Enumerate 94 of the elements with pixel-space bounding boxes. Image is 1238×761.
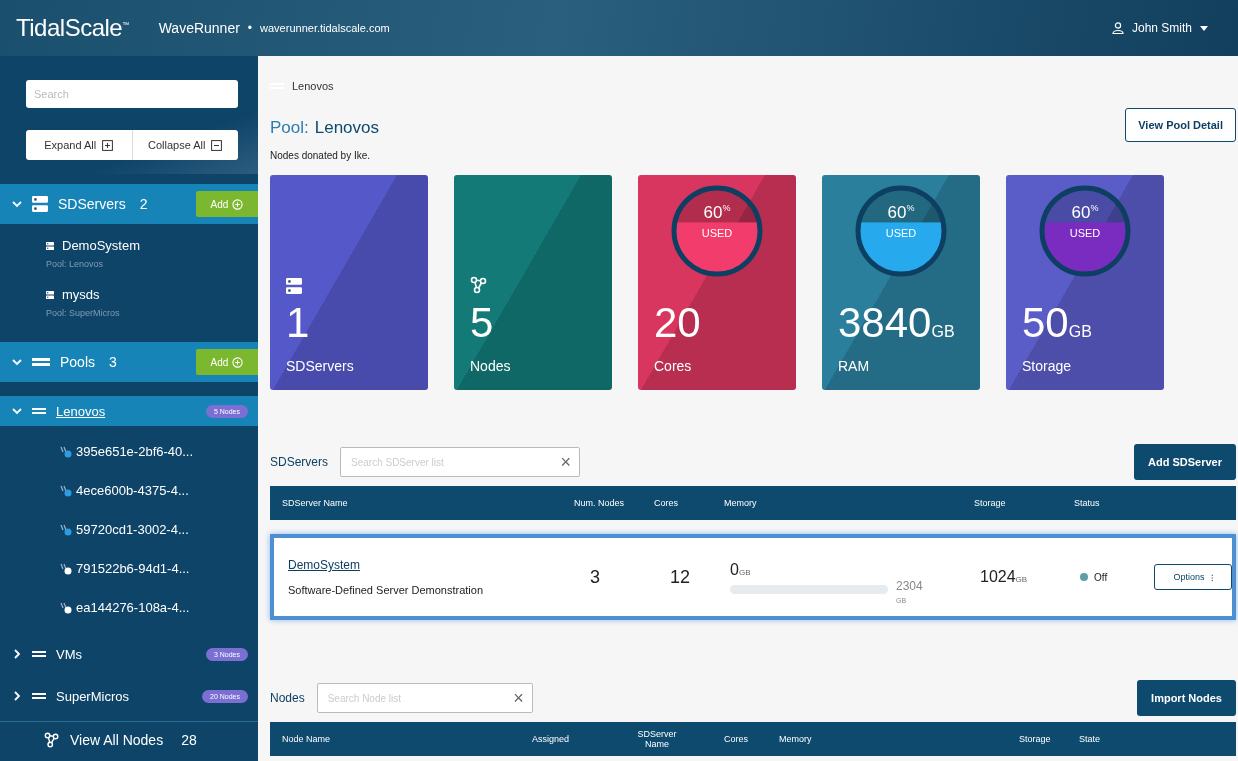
separator-dot: •: [247, 21, 253, 35]
stat-value: 5: [470, 302, 495, 344]
breadcrumb[interactable]: Lenovos: [292, 80, 334, 92]
usage-label: USED: [885, 227, 917, 239]
column-header[interactable]: Storage: [1019, 733, 1079, 745]
sidebar-group-header[interactable]: Pools 3 Add: [0, 342, 258, 382]
server-description: Software-Defined Server Demonstration: [288, 584, 485, 596]
server-icon: [286, 278, 302, 294]
stat-value: 20: [654, 302, 702, 344]
usage-percent: 60$^{%}$: [703, 203, 731, 223]
column-header[interactable]: State: [1079, 733, 1236, 745]
node-status-icon: [60, 484, 72, 497]
column-header[interactable]: Assigned: [532, 733, 632, 745]
page-title: Pool: Lenovos: [270, 118, 380, 138]
chevron-right-icon[interactable]: [12, 691, 22, 701]
column-header[interactable]: Node Name: [282, 733, 532, 745]
node-status-icon: [60, 523, 72, 536]
column-header[interactable]: Cores: [724, 733, 779, 745]
chevron-down-icon[interactable]: [12, 406, 22, 416]
server-icon: [46, 290, 54, 299]
clear-icon[interactable]: ×: [560, 453, 571, 471]
user-icon: [1111, 22, 1124, 34]
column-header[interactable]: Cores: [654, 497, 724, 509]
usage-label: USED: [1069, 227, 1101, 239]
sidebar-item[interactable]: mysds: [46, 287, 258, 302]
usage-label: USED: [701, 227, 733, 239]
table-cell-text: 3: [589, 566, 601, 588]
table-cell-text: 12: [669, 566, 692, 588]
plus-circle-icon: [232, 356, 244, 368]
item-subtitle: Pool: Lenovos: [46, 259, 105, 269]
stat-label: SDServers: [286, 358, 355, 374]
stat-value: 50GB: [1022, 302, 1093, 344]
column-header[interactable]: SDServer Name: [632, 728, 682, 750]
column-header[interactable]: Memory: [724, 497, 974, 509]
view-all-nodes-link[interactable]: View All Nodes 28: [0, 722, 258, 748]
node-item[interactable]: ea144276-108a-4...: [0, 588, 258, 627]
usage-percent: 60$^{%}$: [1071, 203, 1099, 223]
node-item[interactable]: 4ece600b-4375-4...: [0, 471, 258, 510]
plus-circle-icon: [232, 198, 244, 210]
collapse-all-button[interactable]: Collapse All: [131, 130, 238, 160]
usage-percent: 60$^{%}$: [887, 203, 915, 223]
view-pool-detail-button[interactable]: View Pool Detail: [1125, 108, 1236, 142]
node-item[interactable]: 791522b6-94d1-4...: [0, 549, 258, 588]
group-count: 3: [109, 354, 117, 370]
nodes-icon: [470, 276, 488, 294]
node-status-icon: [60, 562, 72, 575]
options-button[interactable]: Options ⁝: [1154, 564, 1232, 590]
storage-value: 1024GB: [980, 568, 1029, 586]
node-status-icon: [60, 445, 72, 458]
sidebar-group-header[interactable]: SDServers 2 Add: [0, 184, 258, 224]
group-label: Pools: [60, 354, 96, 370]
sidebar-item[interactable]: DemoSystem: [46, 238, 258, 253]
stat-label: RAM: [838, 358, 871, 374]
node-item[interactable]: 59720cd1-3002-4...: [0, 510, 258, 549]
group-count: 2: [139, 196, 148, 212]
chevron-down-icon[interactable]: [12, 199, 22, 209]
nodes-icon: [44, 732, 60, 748]
clear-icon[interactable]: ×: [513, 689, 524, 707]
stat-label: Nodes: [470, 358, 512, 374]
memory-used: 0GB: [730, 560, 752, 579]
group-label: SDServers: [58, 196, 126, 212]
chevron-right-icon[interactable]: [12, 649, 22, 659]
stat-value: 3840GB: [838, 302, 956, 344]
pool-description: Nodes donated by Ike.: [270, 150, 372, 161]
column-header[interactable]: Num. Nodes: [574, 497, 654, 509]
column-header[interactable]: Storage: [974, 497, 1074, 509]
host-name: waverunner.tidalscale.com: [260, 22, 390, 34]
column-header[interactable]: Status: [1074, 497, 1148, 509]
stat-value: 1: [286, 302, 311, 344]
chevron-down-icon[interactable]: [12, 357, 22, 367]
expand-all-button[interactable]: Expand All: [26, 130, 132, 160]
section-title: SDServers: [270, 455, 328, 469]
node-status-icon: [60, 601, 72, 614]
column-header[interactable]: Memory: [779, 733, 1019, 745]
status-dot: [1080, 573, 1088, 581]
logo: TidalScale$^{™}$: [16, 14, 129, 42]
item-subtitle: Pool: SuperMicros: [46, 308, 121, 318]
section-title: Nodes: [270, 691, 305, 705]
stat-label: Storage: [1022, 358, 1073, 374]
collapse-icon: [211, 139, 223, 151]
add-sdserver-button[interactable]: Add SDServer: [1134, 444, 1236, 480]
import-nodes-button[interactable]: Import Nodes: [1137, 680, 1236, 716]
app-name: WaveRunner: [158, 20, 240, 36]
stat-label: Cores: [654, 358, 693, 374]
column-header[interactable]: SDServer Name: [282, 497, 574, 509]
server-name-link[interactable]: DemoSystem: [288, 558, 580, 572]
server-icon: [46, 241, 54, 250]
server-icon: [32, 196, 48, 212]
node-item[interactable]: 395e651e-2bf6-40...: [0, 432, 258, 471]
caret-icon: [1200, 25, 1208, 31]
expand-icon: [102, 139, 114, 151]
search-field[interactable]: Search: [26, 80, 238, 108]
user-menu[interactable]: John Smith: [1111, 21, 1208, 35]
status-label: Off: [1094, 571, 1108, 583]
